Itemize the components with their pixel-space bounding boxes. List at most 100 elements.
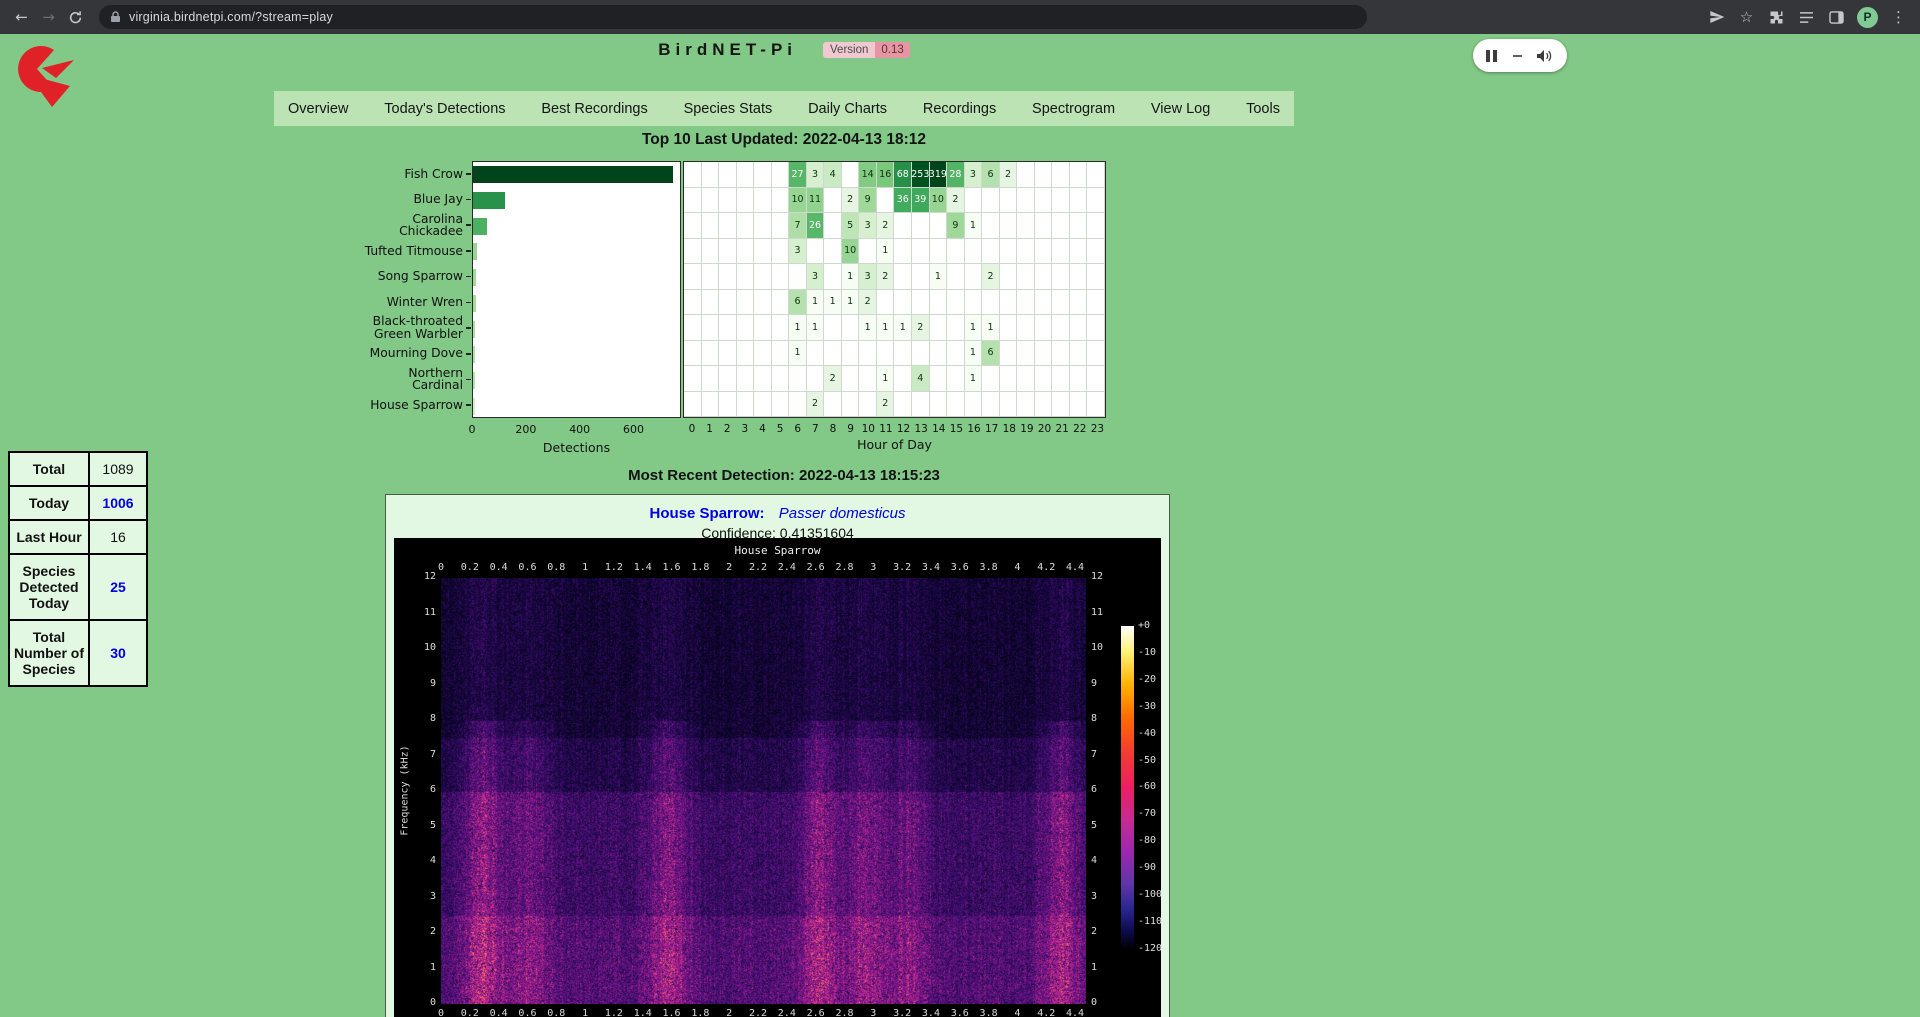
nav-item-tools[interactable]: Tools xyxy=(1246,101,1280,117)
heatmap-cell xyxy=(754,239,772,265)
nav-item-species-stats[interactable]: Species Stats xyxy=(684,101,773,117)
heatmap-cell xyxy=(930,315,948,341)
heatmap-cell xyxy=(930,213,948,239)
hour-tick-label: 21 xyxy=(1053,423,1071,435)
heatmap-cell: 2 xyxy=(824,366,842,392)
hour-tick-label: 19 xyxy=(1018,423,1036,435)
top10-timestamp: 2022-04-13 18:12 xyxy=(803,131,926,148)
heatmap-cell xyxy=(1052,264,1070,290)
hour-tick-label: 18 xyxy=(1000,423,1018,435)
version-badge: Version 0.13 xyxy=(823,42,910,58)
heatmap-cell: 2 xyxy=(1000,162,1018,188)
heatmap-cell: 2 xyxy=(842,188,860,214)
reading-list-icon[interactable] xyxy=(1793,4,1820,31)
heatmap-cell xyxy=(1087,392,1105,418)
species-label: Fish Crow xyxy=(240,161,471,187)
heatmap-cell: 2 xyxy=(877,264,895,290)
heatmap-cell xyxy=(1035,290,1053,316)
stats-value-link[interactable]: 25 xyxy=(89,554,147,620)
heatmap-cell xyxy=(684,392,702,418)
volume-icon[interactable] xyxy=(1536,49,1553,63)
back-icon[interactable]: ← xyxy=(8,4,35,31)
heatmap-cell xyxy=(1052,392,1070,418)
detection-species-link[interactable]: House Sparrow: xyxy=(650,505,765,522)
heatmap-cell xyxy=(1052,315,1070,341)
detections-bar xyxy=(473,321,475,338)
nav-item-view-log[interactable]: View Log xyxy=(1151,101,1210,117)
side-panel-icon[interactable] xyxy=(1823,4,1850,31)
stats-label: Last Hour xyxy=(9,520,89,554)
forward-icon[interactable]: → xyxy=(35,4,62,31)
heatmap-cell xyxy=(1017,162,1035,188)
bar-x-tick-label: 400 xyxy=(563,423,597,436)
hour-tick-label: 6 xyxy=(789,423,807,435)
pause-button[interactable] xyxy=(1486,50,1497,62)
heatmap-cell: 4 xyxy=(912,366,930,392)
heatmap-cell xyxy=(1035,366,1053,392)
detections-bar xyxy=(473,372,475,389)
y-tick xyxy=(466,276,471,278)
heatmap-cell xyxy=(702,341,720,367)
db-tick-label: -50 xyxy=(1138,755,1178,766)
heatmap-cell xyxy=(842,392,860,418)
heatmap-cell xyxy=(1000,366,1018,392)
heatmap-cell xyxy=(1052,290,1070,316)
heatmap-cell xyxy=(684,315,702,341)
reload-icon[interactable] xyxy=(62,4,89,31)
heatmap-cell xyxy=(947,392,965,418)
nav-item-today-s-detections[interactable]: Today's Detections xyxy=(384,101,505,117)
nav-item-recordings[interactable]: Recordings xyxy=(923,101,996,117)
species-label: Winter Wren xyxy=(240,290,471,316)
heatmap-cell: 1 xyxy=(789,341,807,367)
heatmap-cell xyxy=(1070,366,1088,392)
freq-tick-label: 3 xyxy=(1091,891,1119,902)
heatmap-cell xyxy=(982,188,1000,214)
top10-heading: Top 10 Last Updated: 2022-04-13 18:12 xyxy=(0,131,1568,149)
stats-label: Total xyxy=(9,452,89,486)
db-tick-label: -70 xyxy=(1138,808,1178,819)
y-tick xyxy=(466,353,471,355)
hour-tick-label: 23 xyxy=(1088,423,1106,435)
y-tick xyxy=(466,327,471,329)
heatmap-cell xyxy=(1052,341,1070,367)
freq-tick-label: 11 xyxy=(408,607,436,618)
heatmap-cell xyxy=(1087,213,1105,239)
heatmap-cell: 1 xyxy=(877,366,895,392)
freq-tick-label: 7 xyxy=(1091,749,1119,760)
nav-item-daily-charts[interactable]: Daily Charts xyxy=(808,101,887,117)
heatmap-cell xyxy=(1000,264,1018,290)
nav-item-spectrogram[interactable]: Spectrogram xyxy=(1032,101,1115,117)
db-tick-label: -110 xyxy=(1138,916,1178,927)
stats-value-link[interactable]: 1006 xyxy=(89,486,147,520)
detection-scientific-name[interactable]: Passer domesticus xyxy=(779,505,906,522)
bookmark-star-icon[interactable]: ☆ xyxy=(1733,4,1760,31)
heatmap-cell: 1 xyxy=(807,315,825,341)
freq-tick-label: 10 xyxy=(408,642,436,653)
heatmap-cell: 3 xyxy=(789,239,807,265)
url-bar[interactable]: virginia.birdnetpi.com/?stream=play xyxy=(99,5,1367,29)
stats-label: Total Number of Species xyxy=(9,620,89,686)
heatmap-cell xyxy=(1017,188,1035,214)
heatmap-cell xyxy=(824,188,842,214)
extensions-icon[interactable] xyxy=(1763,4,1790,31)
menu-icon[interactable]: ⋮ xyxy=(1885,4,1912,31)
heatmap-cell: 1 xyxy=(965,366,983,392)
send-icon[interactable] xyxy=(1703,4,1730,31)
nav-item-overview[interactable]: Overview xyxy=(288,101,348,117)
top10-label: Top 10 Last Updated: xyxy=(642,131,798,148)
heatmap-cell xyxy=(684,290,702,316)
heatmap-cell xyxy=(947,366,965,392)
freq-tick-label: 10 xyxy=(1091,642,1119,653)
stats-value-link[interactable]: 30 xyxy=(89,620,147,686)
nav-item-best-recordings[interactable]: Best Recordings xyxy=(541,101,647,117)
freq-tick-label: 6 xyxy=(408,784,436,795)
heatmap-cell xyxy=(824,315,842,341)
heatmap-cell xyxy=(789,366,807,392)
heatmap-cell xyxy=(982,392,1000,418)
heatmap-cell xyxy=(719,315,737,341)
species-label: Tufted Titmouse xyxy=(240,238,471,264)
heatmap-cell xyxy=(789,264,807,290)
heatmap-cell xyxy=(1017,315,1035,341)
heatmap-cell xyxy=(719,366,737,392)
profile-avatar[interactable]: P xyxy=(1857,7,1878,28)
